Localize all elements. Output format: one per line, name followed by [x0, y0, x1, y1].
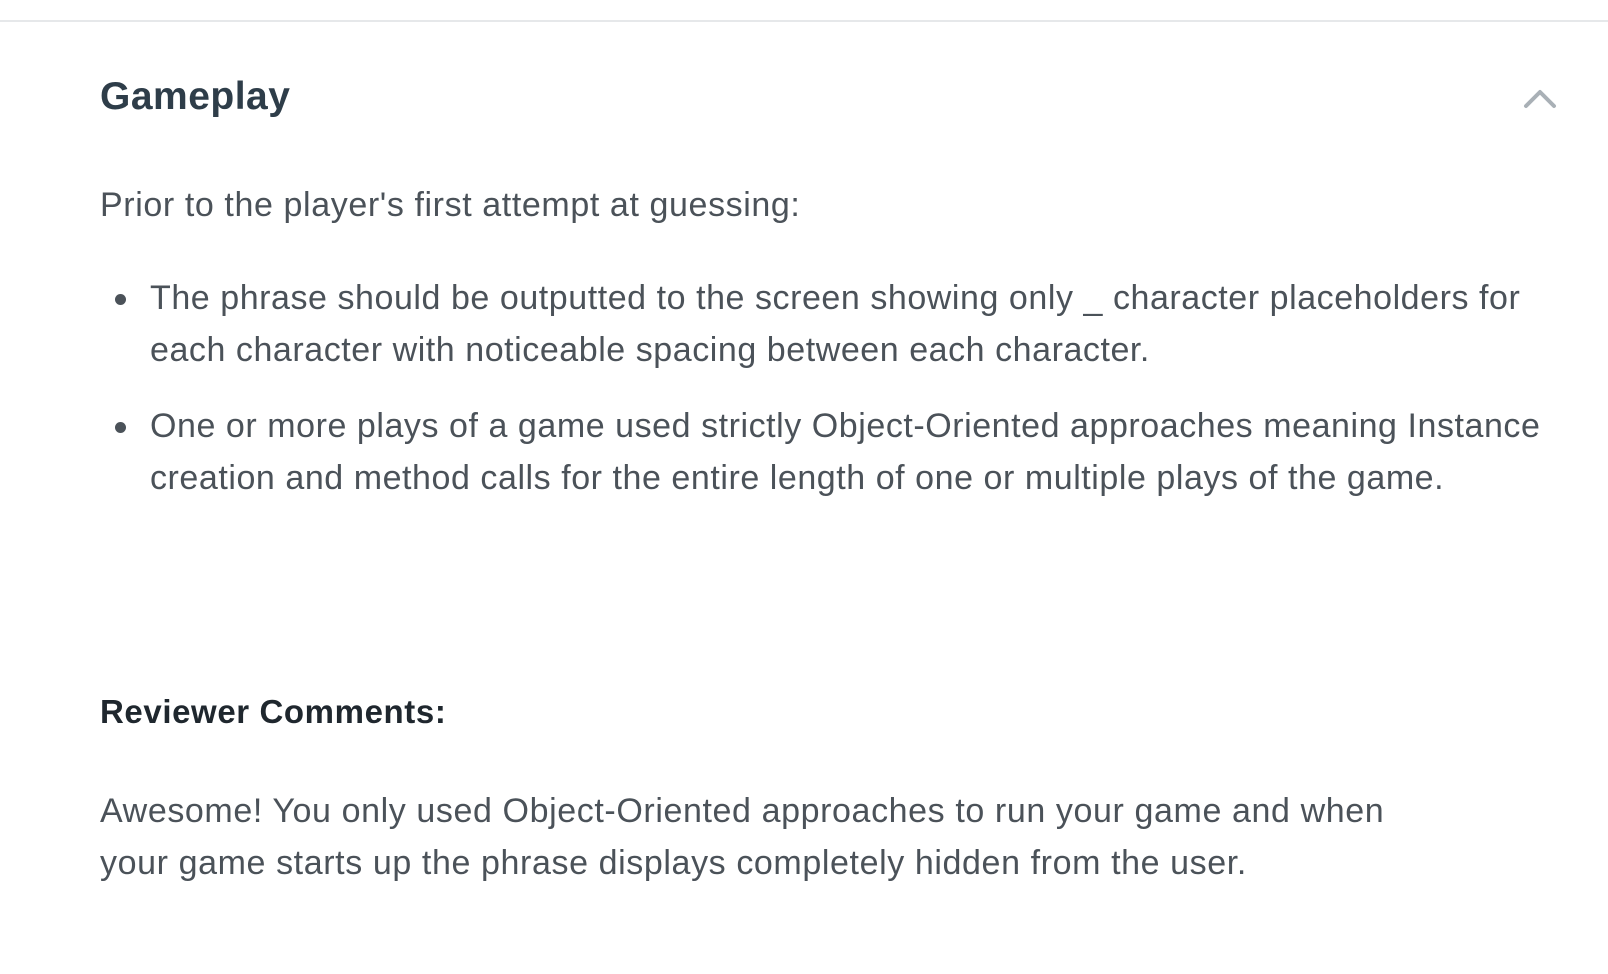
gameplay-section-header[interactable]: Gameplay — [0, 60, 1608, 140]
section-title: Gameplay — [100, 75, 291, 118]
top-divider — [0, 20, 1608, 22]
criteria-intro: Prior to the player's first attempt at g… — [100, 186, 801, 224]
chevron-up-icon[interactable] — [1520, 84, 1560, 112]
reviewer-comment-text: Awesome! You only used Object-Oriented a… — [100, 792, 1385, 882]
reviewer-comments-heading: Reviewer Comments: — [100, 693, 447, 730]
requirement-item: One or more plays of a game used strictl… — [100, 400, 1600, 504]
requirement-item: The phrase should be outputted to the sc… — [100, 272, 1600, 376]
requirements-list: The phrase should be outputted to the sc… — [100, 272, 1600, 528]
